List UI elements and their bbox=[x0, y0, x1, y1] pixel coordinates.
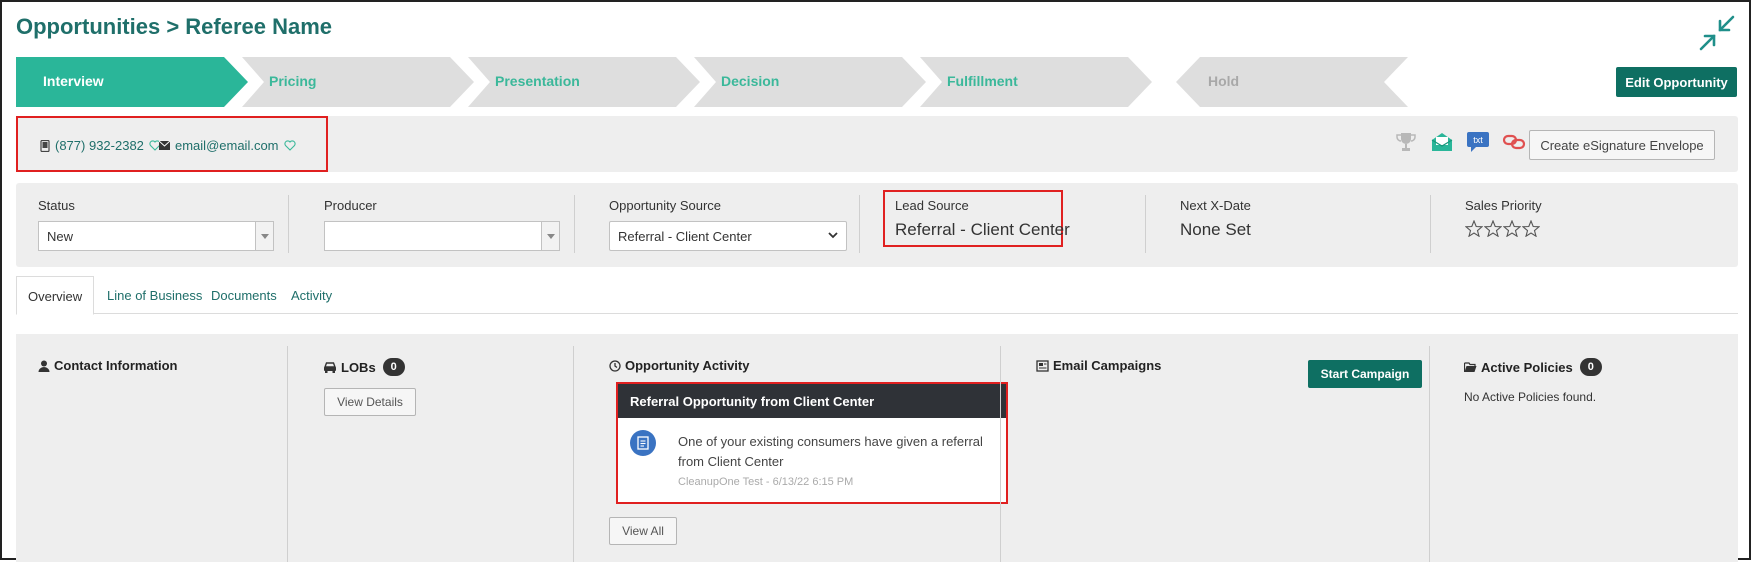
stage-label: Interview bbox=[43, 73, 104, 89]
star-icon[interactable] bbox=[1484, 220, 1502, 237]
stage-label: Decision bbox=[721, 73, 780, 89]
sales-priority-field: Sales Priority bbox=[1465, 183, 1665, 267]
divider bbox=[1000, 346, 1001, 562]
highlight-box bbox=[616, 382, 1008, 504]
producer-field: Producer bbox=[324, 183, 564, 267]
email-link[interactable]: email@email.com bbox=[159, 138, 296, 153]
divider bbox=[287, 346, 288, 562]
sales-priority-label: Sales Priority bbox=[1465, 198, 1542, 213]
stage-decision[interactable]: Decision bbox=[694, 57, 926, 107]
svg-text:txt: txt bbox=[1473, 135, 1483, 145]
stage-interview[interactable]: Interview bbox=[16, 57, 248, 107]
overview-panels: Contact Information LOBs 0 View Details … bbox=[16, 334, 1738, 562]
status-value: New bbox=[47, 229, 74, 244]
tab-activity[interactable]: Activity bbox=[280, 276, 343, 314]
status-select[interactable]: New bbox=[38, 221, 274, 251]
start-campaign-button[interactable]: Start Campaign bbox=[1308, 360, 1422, 388]
collapse-arrows-icon[interactable] bbox=[1698, 14, 1736, 52]
producer-select[interactable] bbox=[324, 221, 560, 251]
divider bbox=[1145, 195, 1146, 253]
stage-presentation[interactable]: Presentation bbox=[468, 57, 700, 107]
dropdown-arrow-icon bbox=[255, 222, 273, 250]
opportunity-source-field: Opportunity Source Referral - Client Cen… bbox=[609, 183, 849, 267]
opportunity-source-select[interactable]: Referral - Client Center bbox=[609, 221, 847, 251]
panel-title-text: LOBs bbox=[341, 359, 376, 375]
heart-icon bbox=[283, 140, 296, 151]
clock-icon bbox=[609, 359, 621, 372]
edit-opportunity-button[interactable]: Edit Opportunity bbox=[1616, 67, 1737, 97]
view-details-button[interactable]: View Details bbox=[324, 388, 416, 416]
stage-label: Hold bbox=[1208, 73, 1240, 89]
star-icon[interactable] bbox=[1503, 220, 1521, 237]
email-campaigns-title: Email Campaigns bbox=[1036, 358, 1161, 373]
panel-title-text: Email Campaigns bbox=[1053, 358, 1162, 373]
opportunity-source-value: Referral - Client Center bbox=[618, 229, 752, 244]
status-label: Status bbox=[38, 198, 75, 213]
tab-bar: Overview Line of Business Documents Acti… bbox=[16, 276, 1738, 315]
chevron-down-icon bbox=[828, 232, 838, 239]
create-esignature-button[interactable]: Create eSignature Envelope bbox=[1529, 130, 1715, 160]
tab-overview[interactable]: Overview bbox=[16, 276, 95, 315]
opportunity-activity-title: Opportunity Activity bbox=[609, 358, 749, 373]
next-x-date-label: Next X-Date bbox=[1180, 198, 1251, 213]
dropdown-arrow-icon bbox=[541, 222, 559, 250]
user-icon bbox=[38, 360, 50, 372]
panel-title-text: Opportunity Activity bbox=[625, 358, 750, 373]
star-rating[interactable] bbox=[1465, 220, 1540, 237]
contact-bar: (877) 932-2382 email@email.com txt Creat… bbox=[16, 116, 1738, 172]
view-all-button[interactable]: View All bbox=[609, 517, 677, 545]
envelope-open-icon[interactable] bbox=[1430, 130, 1454, 154]
divider bbox=[1429, 346, 1430, 562]
car-icon bbox=[323, 362, 337, 373]
producer-label: Producer bbox=[324, 198, 377, 213]
stage-label: Presentation bbox=[495, 73, 580, 89]
toolbar-icons: txt bbox=[1394, 130, 1526, 154]
txt-message-icon[interactable]: txt bbox=[1466, 130, 1490, 154]
lobs-count-badge: 0 bbox=[382, 358, 405, 376]
stage-fulfillment[interactable]: Fulfillment bbox=[920, 57, 1152, 107]
tab-line-of-business[interactable]: Line of Business bbox=[96, 276, 213, 314]
divider bbox=[288, 195, 289, 253]
star-icon[interactable] bbox=[1465, 220, 1483, 237]
newspaper-icon bbox=[1036, 359, 1049, 372]
status-field: Status New bbox=[38, 183, 278, 267]
phone-number: (877) 932-2382 bbox=[55, 138, 144, 153]
phone-link[interactable]: (877) 932-2382 bbox=[40, 138, 161, 153]
panel-title-text: Contact Information bbox=[54, 358, 178, 373]
status-bar: Status New Producer Opportunity Source R… bbox=[16, 183, 1738, 267]
folder-open-icon bbox=[1464, 361, 1477, 372]
email-address: email@email.com bbox=[175, 138, 279, 153]
divider bbox=[573, 346, 574, 562]
envelope-icon bbox=[159, 141, 170, 150]
active-policies-title: Active Policies 0 bbox=[1464, 358, 1602, 376]
phone-icon bbox=[40, 139, 50, 152]
page-title: Opportunities > Referee Name bbox=[16, 14, 333, 39]
opportunity-source-label: Opportunity Source bbox=[609, 198, 722, 213]
app-frame: Opportunities > Referee Name Interview P… bbox=[0, 0, 1751, 562]
next-x-date-field: Next X-Date None Set bbox=[1180, 183, 1380, 267]
tab-documents[interactable]: Documents bbox=[200, 276, 288, 314]
lobs-title: LOBs 0 bbox=[323, 358, 405, 376]
divider bbox=[574, 195, 575, 253]
lead-source-value: Referral - Client Center bbox=[895, 220, 1070, 239]
contact-information-title: Contact Information bbox=[38, 358, 178, 373]
divider bbox=[859, 195, 860, 253]
link-icon[interactable] bbox=[1502, 130, 1526, 154]
stage-hold[interactable]: Hold bbox=[1176, 57, 1408, 107]
stage-label: Pricing bbox=[269, 73, 317, 89]
stage-pipeline: Interview Pricing Presentation Decision … bbox=[16, 57, 1556, 107]
no-policies-text: No Active Policies found. bbox=[1464, 390, 1597, 404]
star-icon[interactable] bbox=[1522, 220, 1540, 237]
active-policies-count-badge: 0 bbox=[1579, 358, 1602, 376]
stage-pricing[interactable]: Pricing bbox=[242, 57, 474, 107]
trophy-icon[interactable] bbox=[1394, 130, 1418, 154]
lead-source-field: Lead Source Referral - Client Center bbox=[895, 183, 1095, 267]
divider bbox=[1430, 195, 1431, 253]
stage-label: Fulfillment bbox=[947, 73, 1018, 89]
panel-title-text: Active Policies bbox=[1481, 359, 1573, 375]
lead-source-label: Lead Source bbox=[895, 198, 969, 213]
next-x-date-value: None Set bbox=[1180, 220, 1251, 239]
